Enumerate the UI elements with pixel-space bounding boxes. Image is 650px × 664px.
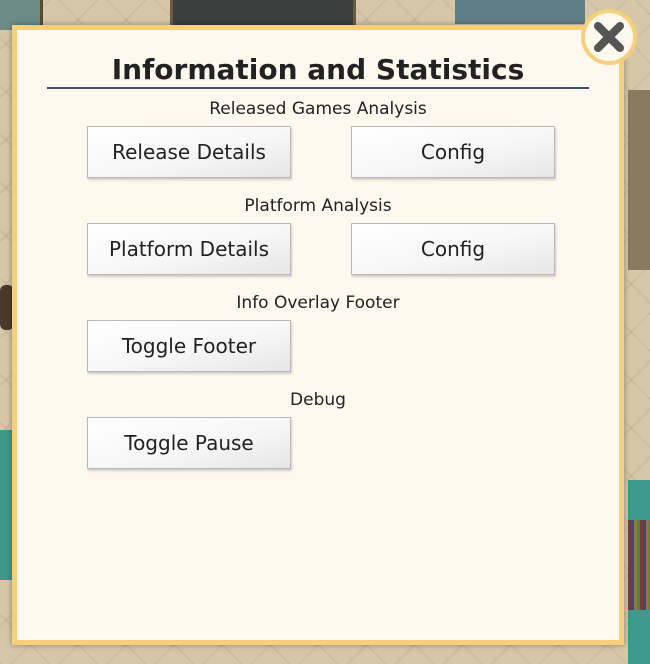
release-config-button[interactable]: Config — [351, 126, 555, 178]
close-icon — [594, 22, 624, 52]
wall-segment — [628, 90, 650, 270]
release-details-button[interactable]: Release Details — [87, 126, 291, 178]
title-divider — [47, 87, 589, 89]
section-label-released-games: Released Games Analysis — [209, 99, 427, 119]
close-button[interactable] — [581, 9, 637, 65]
section-label-platform-analysis: Platform Analysis — [244, 196, 392, 216]
section-label-debug: Debug — [290, 390, 346, 410]
info-statistics-dialog: Information and Statistics Released Game… — [12, 25, 624, 645]
platform-details-button[interactable]: Platform Details — [87, 223, 291, 275]
platform-config-button[interactable]: Config — [351, 223, 555, 275]
section-label-info-overlay-footer: Info Overlay Footer — [236, 293, 400, 313]
toggle-footer-button[interactable]: Toggle Footer — [87, 320, 291, 372]
bookshelf — [628, 520, 650, 610]
toggle-pause-button[interactable]: Toggle Pause — [87, 417, 291, 469]
wall-window — [455, 0, 585, 24]
dialog-title: Information and Statistics — [111, 53, 525, 86]
